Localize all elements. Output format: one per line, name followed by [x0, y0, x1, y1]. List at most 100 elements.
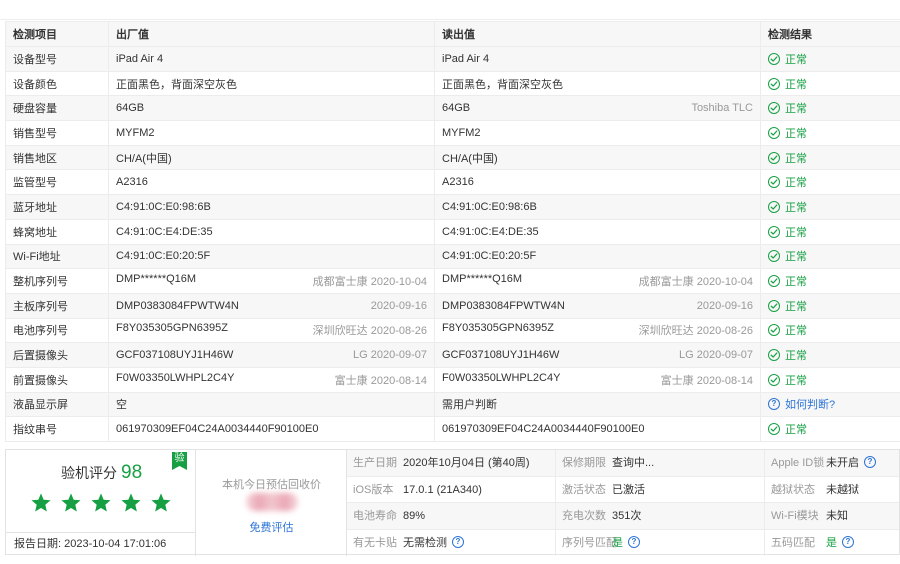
info-value: 已激活: [612, 483, 645, 496]
result-ok: 正常: [768, 273, 807, 289]
result-ok: 正常: [768, 298, 807, 314]
question-circle-icon: ?: [768, 398, 780, 411]
result-text: 正常: [785, 127, 807, 140]
help-button[interactable]: ?: [864, 456, 876, 469]
factory-value-cell: 深圳欣旺达 2020-08-26 F8Y035305GPN6395Z: [108, 317, 435, 344]
read-value-cell: C4:91:0C:E4:DE:35: [434, 218, 761, 245]
check-circle-icon: [768, 200, 780, 213]
check-circle-icon: [768, 77, 780, 90]
report-date-label: 报告日期:: [14, 538, 62, 550]
result-ok: 正常: [768, 51, 807, 67]
row-label: 液晶显示屏: [5, 391, 109, 418]
result-text: 正常: [785, 177, 807, 190]
info-cell: 电池寿命 89%: [347, 503, 556, 530]
info-row: iOS版本 17.0.1 (21A340) 激活状态 已激活 越狱状态 未越狱: [347, 476, 899, 504]
info-label: 生产日期: [353, 457, 397, 469]
info-value: 未知: [826, 510, 848, 522]
result-cell: 正常: [760, 243, 900, 270]
result-cell: 正常: [760, 120, 900, 146]
row-label: 蜂窝地址: [5, 218, 109, 245]
header-result: 检测结果: [760, 21, 900, 47]
info-value: 未开启: [826, 457, 859, 469]
check-circle-icon: [768, 373, 780, 386]
factory-value: F0W03350LWHPL2C4Y: [116, 371, 235, 384]
info-cell: Apple ID锁 未开启?: [765, 450, 899, 477]
check-circle-icon: [768, 275, 780, 288]
factory-value: iPad Air 4: [116, 52, 164, 65]
read-value: A2316: [442, 176, 474, 189]
read-value-cell: C4:91:0C:E0:98:6B: [434, 194, 761, 220]
read-value: C4:91:0C:E0:98:6B: [442, 200, 537, 213]
read-value-cell: CH/A(中国): [434, 144, 761, 171]
table-row: 前置摄像头 富士康 2020-08-14 F0W03350LWHPL2C4Y 富士康 …: [5, 366, 900, 393]
result-ok: 正常: [768, 248, 807, 264]
help-button[interactable]: ?: [842, 535, 854, 548]
info-row: 有无卡贴 无需检测? 序列号匹配是? 五码匹配是?: [347, 529, 899, 556]
result-text: 正常: [785, 325, 807, 338]
factory-note: 深圳欣旺达 2020-08-26: [312, 325, 427, 338]
row-label: 指纹串号: [5, 416, 109, 442]
info-row: 生产日期 2020年10月04日 (第40周) 保修期限 查询中... Apple ID…: [347, 450, 899, 477]
result-ok: 正常: [768, 224, 807, 240]
factory-value-cell: 正面黑色，背面深空灰色: [108, 70, 435, 97]
row-label: 销售地区: [5, 144, 109, 171]
factory-value: 061970309EF04C24A0034440F90100E0: [116, 423, 319, 436]
factory-value: C4:91:0C:E0:98:6B: [116, 200, 211, 213]
estimate-label: 本机今日预估回收价: [222, 479, 321, 491]
device-info-grid: 生产日期 2020年10月04日 (第40周) 保修期限 查询中... Apple ID…: [347, 450, 899, 556]
row-label: 整机序列号: [5, 268, 109, 294]
read-value: F0W03350LWHPL2C4Y: [442, 371, 561, 384]
factory-value-cell: 2020-09-16 DMP0383084FPWTW4N: [108, 292, 435, 319]
read-note: 深圳欣旺达 2020-08-26: [638, 325, 753, 338]
score-label: 验机评分: [61, 465, 117, 481]
result-cell: 正常: [760, 194, 900, 220]
info-label: 五码匹配: [771, 536, 815, 549]
question-circle-icon: ?: [842, 535, 854, 548]
row-label: 设备型号: [5, 46, 109, 72]
result-cell: ? 如何判断?: [760, 391, 900, 418]
info-cell: 越狱状态 未越狱: [765, 477, 899, 504]
question-circle-icon: ?: [864, 456, 876, 469]
result-cell: 正常: [760, 70, 900, 97]
info-label: 保修期限: [562, 457, 606, 469]
read-value-cell: 深圳欣旺达 2020-08-26 F8Y035305GPN6395Z: [434, 317, 761, 344]
row-label: 监管型号: [5, 169, 109, 196]
result-ok: 正常: [768, 100, 807, 116]
info-cell: 激活状态 已激活: [556, 476, 765, 503]
blurred-price: [246, 493, 298, 511]
check-circle-icon: [768, 299, 780, 312]
info-cell: 生产日期 2020年10月04日 (第40周): [347, 450, 556, 477]
info-value: 89%: [403, 510, 426, 522]
result-ok: 正常: [768, 150, 807, 166]
help-button[interactable]: ?: [628, 535, 640, 548]
check-circle-icon: [768, 102, 780, 115]
factory-value-cell: 富士康 2020-08-14 F0W03350LWHPL2C4Y: [108, 366, 435, 393]
info-label: 激活状态: [562, 483, 606, 496]
read-value-cell: 061970309EF04C24A0034440F90100E0: [434, 416, 761, 442]
read-value-cell: 成都富士康 2020-10-04 DMP******Q16M: [434, 268, 761, 294]
factory-value-cell: LG 2020-09-07 GCF037108UYJ1H46W: [108, 342, 435, 368]
info-cell: 有无卡贴 无需检测?: [347, 529, 556, 556]
summary-panel: 验机评分 98 验 报告日期: 2023-10-04 17:01:06 本机今日预…: [5, 449, 900, 556]
header-read-value: 读出值: [434, 21, 761, 47]
read-value: GCF037108UYJ1H46W: [442, 349, 560, 362]
info-cell: 充电次数 351次: [556, 503, 765, 530]
result-ok: 正常: [768, 125, 807, 141]
result-text: 正常: [785, 78, 807, 91]
info-value: 是: [612, 536, 623, 549]
how-to-judge-link[interactable]: ? 如何判断?: [768, 396, 835, 412]
score-value: 98: [121, 462, 143, 483]
result-cell: 正常: [760, 292, 900, 319]
free-estimate-link[interactable]: 免费评估: [196, 519, 347, 535]
row-label: 设备颜色: [5, 70, 109, 97]
row-label: 前置摄像头: [5, 366, 109, 393]
info-value: 17.0.1 (21A340): [403, 483, 482, 496]
help-button[interactable]: ?: [452, 535, 464, 548]
table-row: 电池序列号 深圳欣旺达 2020-08-26 F8Y035305GPN6395Z 深圳…: [5, 317, 900, 344]
table-row: 监管型号 A2316 A2316 正常: [5, 169, 900, 196]
factory-value-cell: C4:91:0C:E0:98:6B: [108, 194, 435, 220]
top-strip: [0, 0, 900, 20]
factory-value: 正面黑色，背面深空灰色: [116, 78, 237, 91]
table-row: 销售型号 MYFM2 MYFM2 正常: [5, 120, 900, 146]
row-label: 销售型号: [5, 120, 109, 146]
